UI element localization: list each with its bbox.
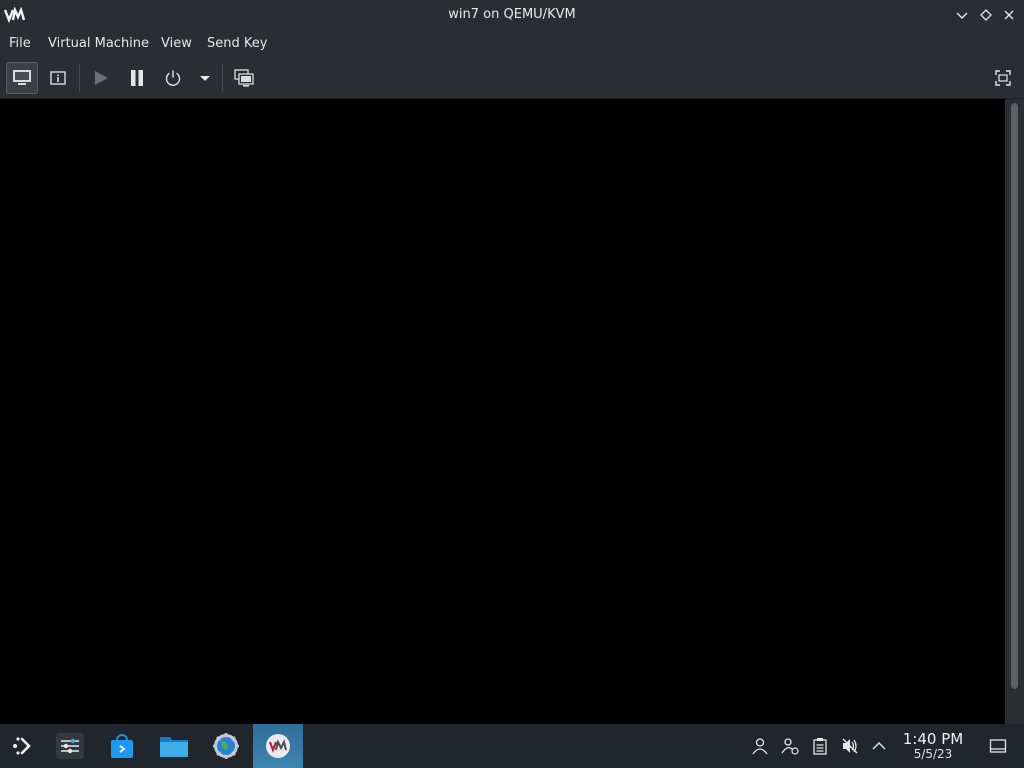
globe-gear-icon — [213, 733, 239, 759]
fullscreen-button[interactable] — [988, 62, 1018, 94]
caret-down-icon — [200, 76, 210, 81]
title-bar[interactable]: win7 on QEMU/KVM — [0, 0, 1024, 29]
tray-expand-button[interactable] — [868, 735, 890, 757]
chevron-down-icon — [956, 12, 968, 19]
show-desktop-icon — [989, 739, 1007, 753]
user-tray-button[interactable] — [749, 735, 771, 757]
clipboard-icon — [813, 738, 827, 755]
network-tray-button[interactable] — [779, 735, 801, 757]
fullscreen-icon — [995, 70, 1011, 86]
task-discover[interactable] — [97, 724, 147, 768]
volume-muted-icon — [842, 738, 858, 754]
chevron-up-icon — [872, 742, 886, 750]
play-icon — [95, 71, 108, 85]
menu-file[interactable]: File — [9, 29, 31, 58]
task-system-settings[interactable] — [45, 724, 95, 768]
menu-virtual-machine[interactable]: Virtual Machine — [48, 29, 149, 58]
menu-view[interactable]: View — [161, 29, 192, 58]
close-icon — [1004, 10, 1014, 20]
clock-time[interactable]: 1:40 PM — [895, 731, 971, 748]
maximize-button[interactable] — [977, 6, 995, 24]
app-launcher[interactable] — [0, 724, 44, 768]
task-browser[interactable] — [201, 724, 251, 768]
monitor-icon — [13, 70, 31, 85]
menu-bar: File Virtual Machine View Send Key — [0, 29, 1024, 58]
close-button[interactable] — [1000, 6, 1018, 24]
folder-icon — [160, 737, 188, 757]
power-icon — [165, 70, 181, 86]
user-icon — [752, 738, 768, 755]
shutdown-menu-button[interactable] — [193, 62, 217, 94]
show-console-button[interactable] — [6, 62, 38, 94]
store-bag-icon — [111, 734, 133, 758]
shutdown-button[interactable] — [157, 62, 189, 94]
clipboard-tray-button[interactable] — [809, 735, 831, 757]
vm-icon — [266, 734, 290, 758]
snapshots-button[interactable] — [228, 62, 260, 94]
toolbar-separator — [222, 64, 223, 92]
task-file-manager[interactable] — [149, 724, 199, 768]
clock-date[interactable]: 5/5/23 — [895, 747, 971, 761]
snapshots-icon — [234, 69, 254, 87]
pause-icon — [131, 70, 143, 86]
window-title: win7 on QEMU/KVM — [448, 7, 576, 22]
scrollbar-thumb[interactable] — [1011, 103, 1018, 689]
show-details-button[interactable] — [42, 62, 74, 94]
taskbar — [0, 724, 1024, 768]
info-icon — [50, 71, 66, 85]
minimize-button[interactable] — [953, 6, 971, 24]
pause-button[interactable] — [121, 62, 153, 94]
vertical-scrollbar[interactable] — [1005, 99, 1024, 724]
network-user-icon — [781, 738, 799, 755]
menu-send-key[interactable]: Send Key — [207, 29, 267, 58]
toolbar-separator — [79, 64, 80, 92]
sliders-icon — [56, 733, 84, 759]
task-virt-manager[interactable] — [253, 724, 303, 768]
vm-console-display[interactable] — [0, 99, 1005, 724]
diamond-icon — [980, 9, 992, 21]
toolbar — [0, 58, 1024, 99]
run-button[interactable] — [85, 62, 117, 94]
show-desktop-button[interactable] — [987, 735, 1009, 757]
kde-launcher-icon — [13, 737, 31, 755]
volume-tray-button[interactable] — [839, 735, 861, 757]
